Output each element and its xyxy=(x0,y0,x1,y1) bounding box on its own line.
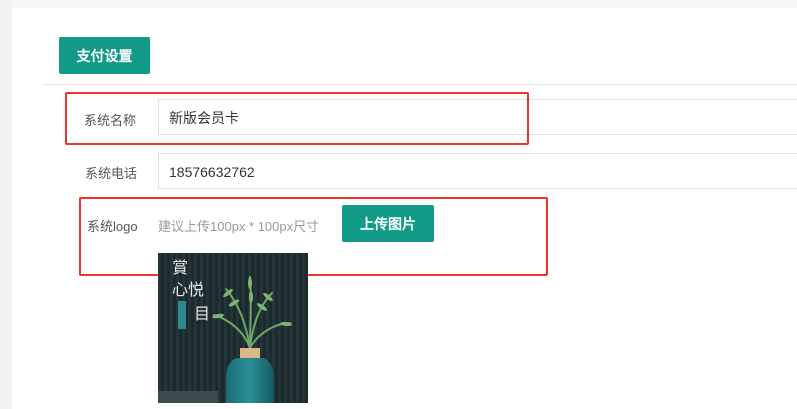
left-rail xyxy=(0,0,12,409)
top-strip xyxy=(12,0,797,8)
logo-text-2: 心悦 xyxy=(172,280,204,299)
logo-text-3: 目 xyxy=(194,304,210,323)
logo-text-1: 賞 xyxy=(172,258,188,277)
header-divider xyxy=(43,84,797,85)
logo-preview-image[interactable]: 賞 心悦 目 xyxy=(158,253,308,403)
highlight-box-logo xyxy=(79,197,548,276)
system-phone-field[interactable]: 18576632762 xyxy=(158,153,797,189)
pay-settings-button[interactable]: 支付设置 xyxy=(59,37,150,74)
system-phone-label: 系统电话 xyxy=(85,166,138,181)
highlight-box-name xyxy=(65,92,529,145)
